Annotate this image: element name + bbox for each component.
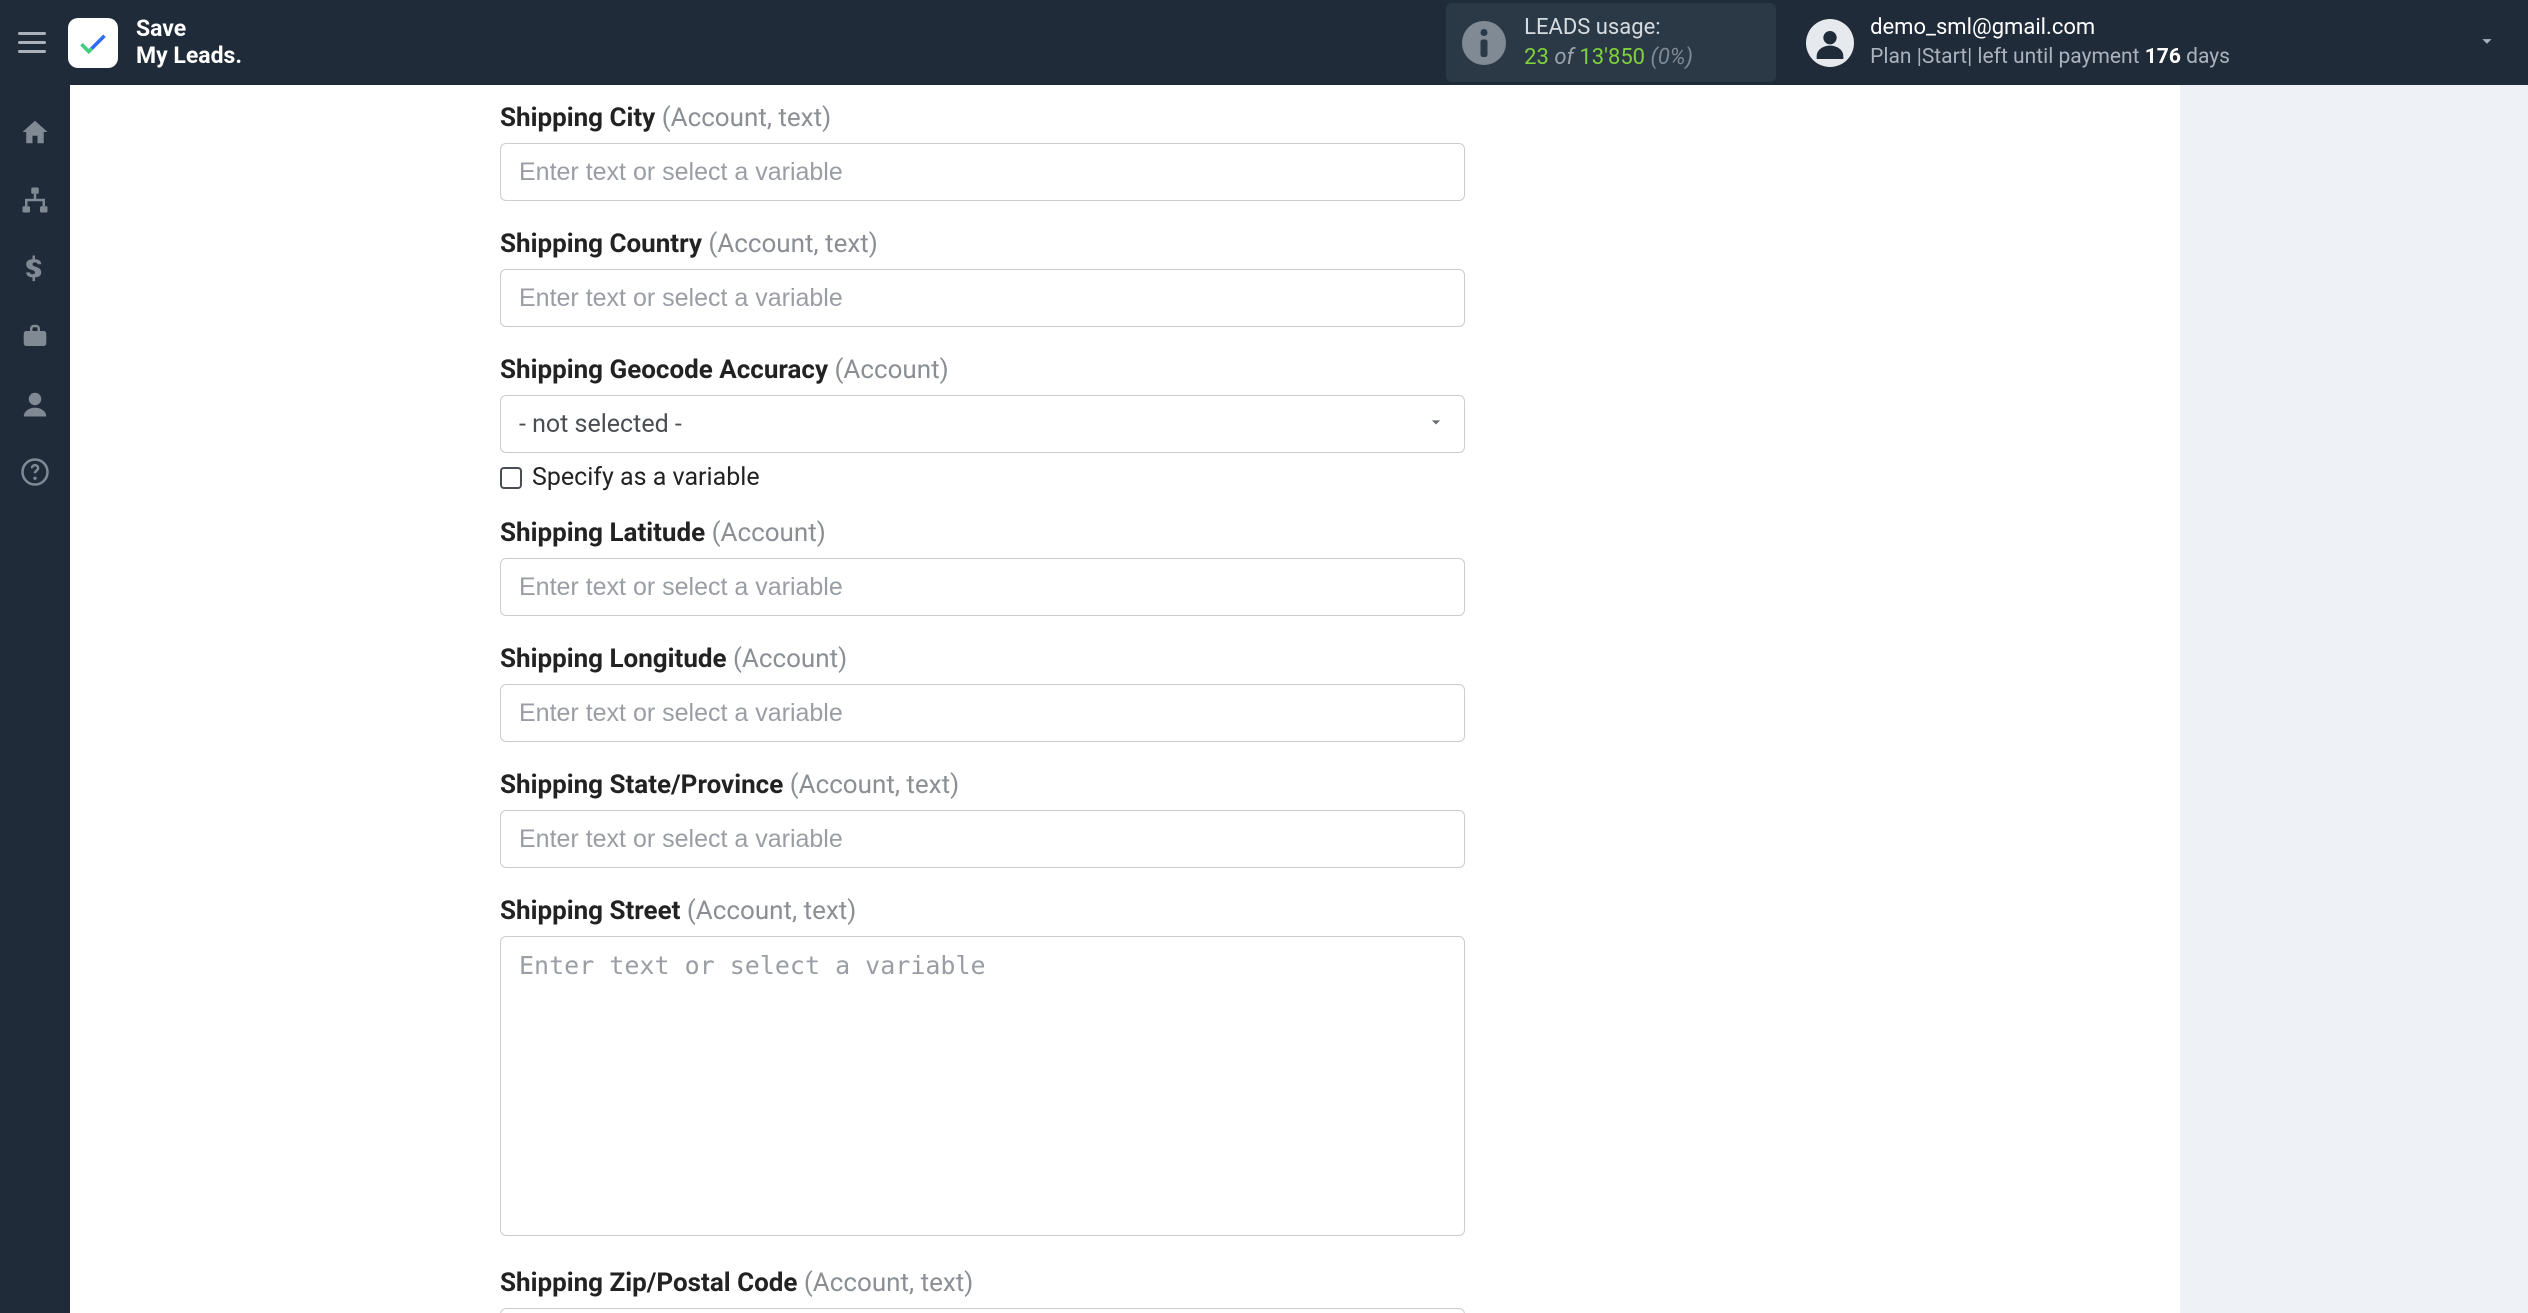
app-logo[interactable] xyxy=(68,18,118,68)
field-shipping-longitude: Shipping Longitude (Account) xyxy=(500,644,1465,742)
shipping-geocode-select[interactable]: - not selected - xyxy=(500,395,1465,453)
leads-of: of xyxy=(1554,45,1574,70)
user-plan: Plan |Start| left until payment 176 days xyxy=(1870,43,2230,71)
brand-line2: My Leads. xyxy=(136,43,242,69)
leads-used: 23 xyxy=(1524,45,1549,70)
leads-usage-box[interactable]: LEADS usage: 23 of 13'850 (0%) xyxy=(1446,3,1776,82)
shipping-latitude-input[interactable] xyxy=(500,558,1465,616)
user-menu[interactable]: demo_sml@gmail.com Plan |Start| left unt… xyxy=(1806,13,2498,71)
chevron-down-icon xyxy=(2476,30,2498,56)
nav-home-icon[interactable] xyxy=(18,115,52,149)
nav-account-icon[interactable] xyxy=(18,387,52,421)
field-shipping-zip: Shipping Zip/Postal Code (Account, text) xyxy=(500,1268,1465,1313)
leads-label: LEADS usage: xyxy=(1524,13,1693,43)
field-shipping-geocode: Shipping Geocode Accuracy (Account) - no… xyxy=(500,355,1465,453)
chevron-down-icon xyxy=(1426,410,1446,439)
nav-briefcase-icon[interactable] xyxy=(18,319,52,353)
specify-variable-label: Specify as a variable xyxy=(532,463,760,492)
shipping-country-input[interactable] xyxy=(500,269,1465,327)
leads-total: 13'850 xyxy=(1579,45,1645,70)
user-avatar-icon xyxy=(1806,19,1854,67)
check-icon xyxy=(76,26,110,60)
shipping-city-input[interactable] xyxy=(500,143,1465,201)
brand-name: Save My Leads. xyxy=(136,16,242,69)
user-text: demo_sml@gmail.com Plan |Start| left unt… xyxy=(1870,13,2230,71)
form-column: Shipping City (Account, text) Shipping C… xyxy=(500,85,1465,1313)
select-value: - not selected - xyxy=(519,410,682,439)
nav-connections-icon[interactable] xyxy=(18,183,52,217)
field-shipping-country: Shipping Country (Account, text) xyxy=(500,229,1465,327)
leads-usage-text: LEADS usage: 23 of 13'850 (0%) xyxy=(1524,13,1693,72)
sidebar xyxy=(0,85,70,1313)
field-shipping-street: Shipping Street (Account, text) xyxy=(500,896,1465,1240)
leads-pct: (0%) xyxy=(1651,45,1693,70)
brand-line1: Save xyxy=(136,15,186,42)
nav-billing-icon[interactable] xyxy=(18,251,52,285)
shipping-zip-input[interactable] xyxy=(500,1308,1465,1313)
specify-variable-row: Specify as a variable xyxy=(500,463,1465,492)
field-shipping-city: Shipping City (Account, text) xyxy=(500,103,1465,201)
info-icon xyxy=(1462,21,1506,65)
app-header: Save My Leads. LEADS usage: 23 of 13'850… xyxy=(0,0,2528,85)
specify-variable-checkbox[interactable] xyxy=(500,467,522,489)
field-shipping-latitude: Shipping Latitude (Account) xyxy=(500,518,1465,616)
shipping-state-input[interactable] xyxy=(500,810,1465,868)
main-panel: Shipping City (Account, text) Shipping C… xyxy=(70,85,2180,1313)
nav-help-icon[interactable] xyxy=(18,455,52,489)
hamburger-menu-button[interactable] xyxy=(18,25,54,61)
field-shipping-state: Shipping State/Province (Account, text) xyxy=(500,770,1465,868)
shipping-street-textarea[interactable] xyxy=(500,936,1465,1236)
user-email: demo_sml@gmail.com xyxy=(1870,13,2230,43)
shipping-longitude-input[interactable] xyxy=(500,684,1465,742)
